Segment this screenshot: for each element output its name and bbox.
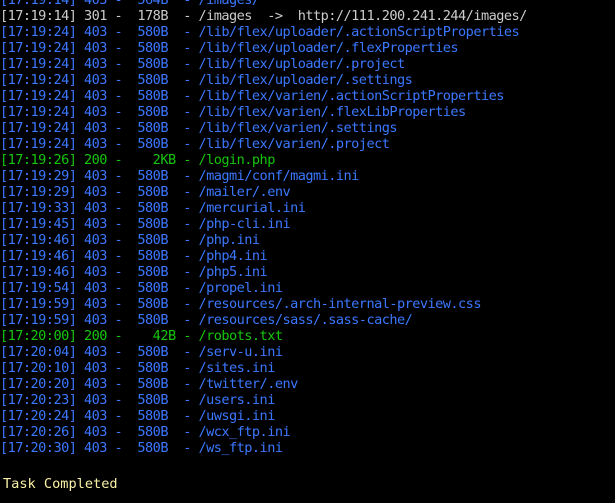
log-line: [17:19:46] 403 - 580B - /php.ini xyxy=(0,232,260,248)
log-line: [17:19:24] 403 - 580B - /lib/flex/varien… xyxy=(0,120,398,136)
log-line: [17:19:24] 403 - 580B - /lib/flex/varien… xyxy=(0,88,504,104)
log-line: [17:19:33] 403 - 580B - /mercurial.ini xyxy=(0,200,306,216)
log-line: [17:19:26] 200 - 2KB - /login.php xyxy=(0,152,275,168)
log-line: [17:20:30] 403 - 580B - /ws_ftp.ini xyxy=(0,440,283,456)
task-completed-message: Task Completed xyxy=(3,476,118,492)
log-line: [17:19:24] 403 - 580B - /lib/flex/upload… xyxy=(0,40,459,56)
log-line: [17:19:54] 403 - 580B - /propel.ini xyxy=(0,280,283,296)
log-line: [17:19:46] 403 - 580B - /php4.ini xyxy=(0,248,268,264)
log-line: [17:19:59] 403 - 580B - /resources/sass/… xyxy=(0,312,413,328)
log-line: [17:19:46] 403 - 580B - /php5.ini xyxy=(0,264,268,280)
log-line: [17:20:24] 403 - 580B - /uwsgi.ini xyxy=(0,408,275,424)
log-line: [17:20:04] 403 - 580B - /serv-u.ini xyxy=(0,344,283,360)
log-line: [17:19:29] 403 - 580B - /mailer/.env xyxy=(0,184,291,200)
log-line: [17:19:14] 301 - 178B - /images -> http:… xyxy=(0,8,527,24)
log-line: [17:20:23] 403 - 580B - /users.ini xyxy=(0,392,275,408)
log-line: [17:19:59] 403 - 580B - /resources/.arch… xyxy=(0,296,482,312)
log-line: [17:19:24] 403 - 580B - /lib/flex/varien… xyxy=(0,104,466,120)
log-line: [17:19:24] 403 - 580B - /lib/flex/upload… xyxy=(0,72,413,88)
log-line: [17:19:24] 403 - 580B - /lib/flex/varien… xyxy=(0,136,390,152)
log-output: [17:19:14] 403 - 564B - /images/[17:19:1… xyxy=(0,0,615,456)
log-line: [17:20:10] 403 - 580B - /sites.ini xyxy=(0,360,275,376)
log-line: [17:20:26] 403 - 580B - /wcx_ftp.ini xyxy=(0,424,291,440)
log-line: [17:19:24] 403 - 580B - /lib/flex/upload… xyxy=(0,24,520,40)
log-line: [17:19:29] 403 - 580B - /magmi/conf/magm… xyxy=(0,168,359,184)
log-line: [17:20:00] 200 - 42B - /robots.txt xyxy=(0,328,283,344)
log-line: [17:19:45] 403 - 580B - /php-cli.ini xyxy=(0,216,291,232)
log-line: [17:19:24] 403 - 580B - /lib/flex/upload… xyxy=(0,56,405,72)
log-line: [17:19:14] 403 - 564B - /images/ xyxy=(0,0,260,8)
terminal-window[interactable]: [17:19:14] 403 - 564B - /images/[17:19:1… xyxy=(0,0,615,503)
log-line: [17:20:20] 403 - 580B - /twitter/.env xyxy=(0,376,298,392)
